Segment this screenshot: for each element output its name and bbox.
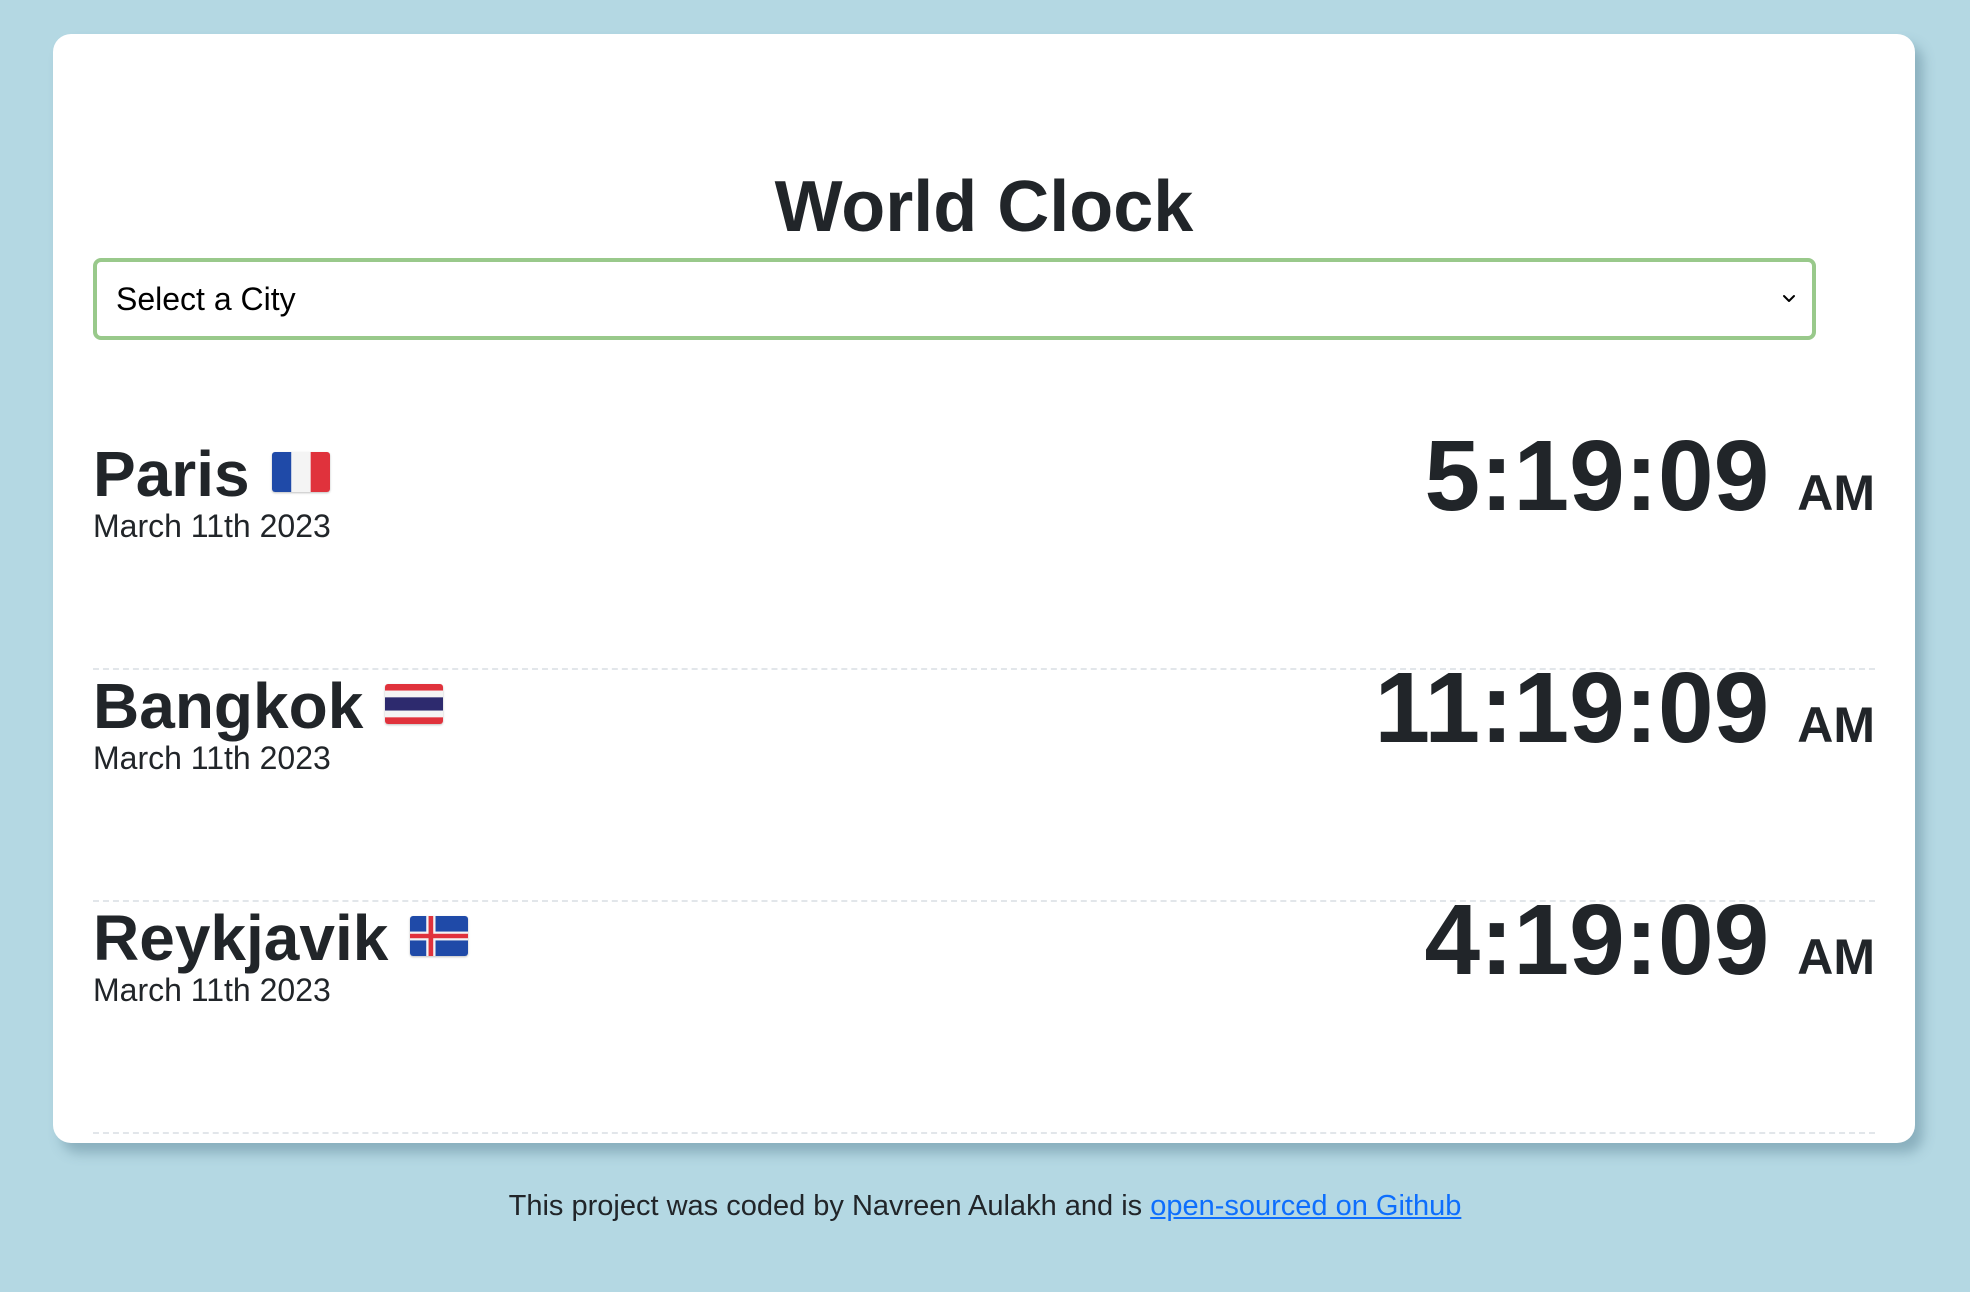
thailand-flag-icon <box>385 684 444 724</box>
city-name: Reykjavik <box>93 902 389 974</box>
city-row-bangkok: Bangkok March 11th 2023 11:19:09 AM <box>93 652 1875 902</box>
world-clock-card: World Clock Select a City Paris March 11… <box>53 34 1915 1143</box>
ampm-label: AM <box>1797 929 1875 985</box>
time-value: 11:19:09 <box>1374 652 1770 764</box>
footer: This project was coded by Navreen Aulakh… <box>0 1186 1970 1226</box>
city-select[interactable]: Select a City <box>93 258 1816 340</box>
ampm-label: AM <box>1797 465 1875 521</box>
city-time: 5:19:09 AM <box>1425 416 1875 536</box>
divider <box>93 1132 1875 1134</box>
time-value: 5:19:09 <box>1424 420 1770 532</box>
page-title: World Clock <box>774 167 1194 247</box>
ampm-label: AM <box>1797 697 1875 753</box>
city-row-reykjavik: Reykjavik March 11th 2023 4:19:09 AM <box>93 884 1875 1134</box>
city-date: March 11th 2023 <box>93 740 331 776</box>
footer-text: This project was coded by Navreen Aulakh… <box>508 1190 1151 1222</box>
city-name: Paris <box>93 438 250 510</box>
chevron-down-icon <box>1783 295 1795 302</box>
city-select-value: Select a City <box>116 280 296 317</box>
iceland-flag-icon <box>410 916 469 956</box>
github-link[interactable]: open-sourced on Github <box>1150 1190 1461 1222</box>
city-date: March 11th 2023 <box>93 972 331 1008</box>
time-value: 4:19:09 <box>1424 884 1770 996</box>
city-date: March 11th 2023 <box>93 508 331 544</box>
city-time: 4:19:09 AM <box>1425 880 1875 1000</box>
city-name: Bangkok <box>93 670 364 742</box>
city-time: 11:19:09 AM <box>1374 648 1875 768</box>
france-flag-icon <box>271 452 330 492</box>
city-row-paris: Paris March 11th 2023 5:19:09 AM <box>93 420 1875 670</box>
